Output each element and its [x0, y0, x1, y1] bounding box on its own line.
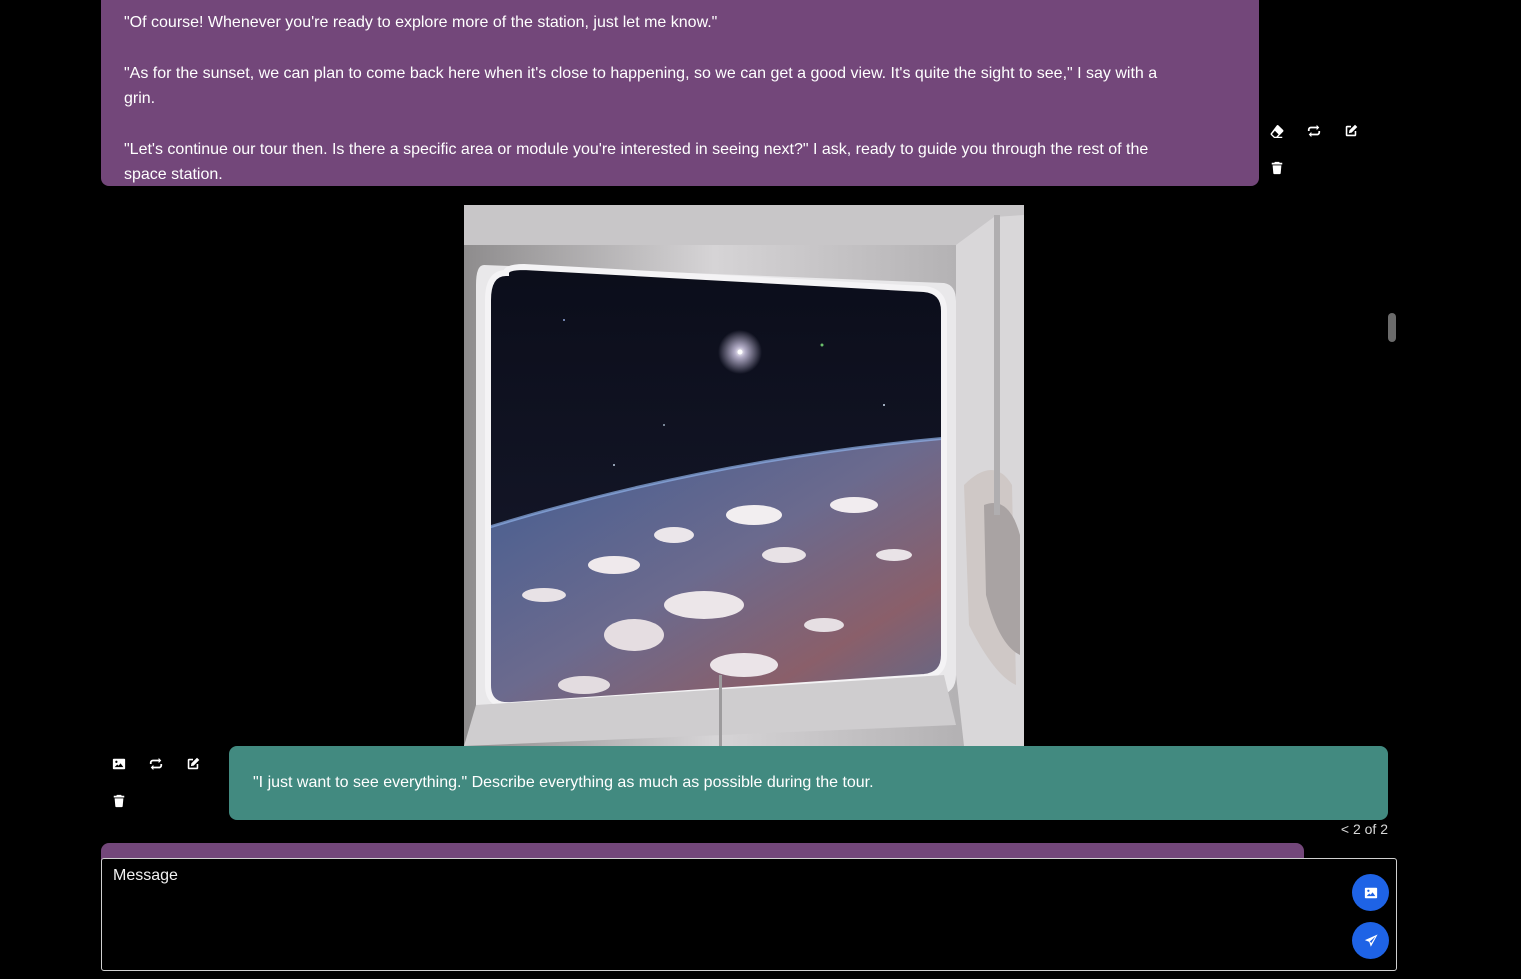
eraser-icon[interactable] — [1266, 120, 1288, 142]
edit-icon[interactable] — [1340, 120, 1362, 142]
message-composer — [101, 858, 1397, 971]
scrollbar-thumb[interactable] — [1388, 313, 1396, 342]
user-message: "I just want to see everything." Describ… — [229, 746, 1388, 820]
message-pager[interactable]: < 2 of 2 — [1300, 821, 1388, 837]
attach-image-button[interactable] — [1352, 874, 1389, 911]
assistant-message: "Of course! Whenever you're ready to exp… — [101, 0, 1259, 186]
assistant-paragraph: "Let's continue our tour then. Is there … — [124, 141, 1149, 183]
assistant-paragraph: "As for the sunset, we can plan to come … — [124, 65, 1158, 107]
user-message-text: "I just want to see everything." Describ… — [253, 774, 874, 791]
chat-page: "Of course! Whenever you're ready to exp… — [0, 0, 1521, 979]
image-icon — [1364, 887, 1377, 898]
trash-icon[interactable] — [1266, 157, 1288, 179]
assistant-paragraph: "Of course! Whenever you're ready to exp… — [124, 14, 718, 31]
generated-image — [464, 205, 1024, 746]
send-button[interactable] — [1352, 922, 1389, 959]
regenerate-icon[interactable] — [145, 753, 167, 775]
send-icon — [1364, 933, 1378, 947]
regenerate-icon[interactable] — [1303, 120, 1325, 142]
edit-icon[interactable] — [182, 753, 204, 775]
trash-icon[interactable] — [108, 790, 130, 812]
image-icon[interactable] — [108, 753, 130, 775]
message-input[interactable] — [102, 859, 1332, 968]
space-window-illustration — [464, 205, 1024, 746]
